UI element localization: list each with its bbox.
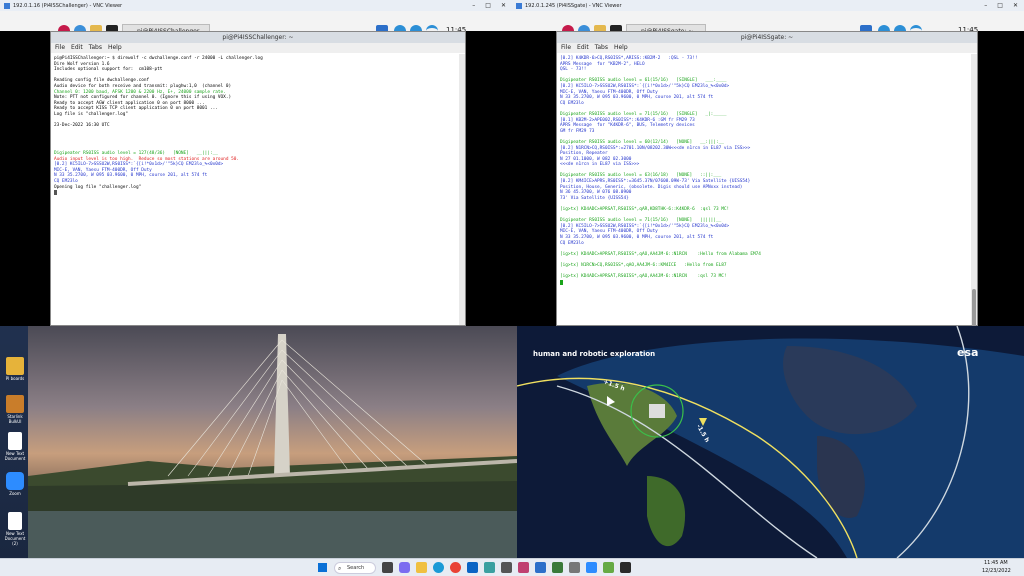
terminal-menu: File Edit Tabs Help xyxy=(51,43,465,53)
terminal-title: pi@Pi4ISSgate: ~ xyxy=(557,32,977,43)
vnc-title: 192.0.1.245 (Pi4ISSgate) - VNC Viewer xyxy=(525,2,622,9)
outlook-icon[interactable] xyxy=(467,562,478,573)
search-icon: ⌕ xyxy=(338,565,342,572)
esa-iss-tracker: human and robotic exploration esa +1.5 h… xyxy=(517,326,1024,558)
terminal-window[interactable]: pi@Pi4ISSgate: ~ File Edit Tabs Help [0.… xyxy=(556,31,978,344)
bridge-illustration xyxy=(28,334,517,558)
esa-heading: human and robotic exploration xyxy=(533,350,656,358)
esa-logo: esa xyxy=(957,346,979,359)
desktop-icon-label: New Text Document (2) xyxy=(4,531,26,546)
vnc-window-challenger[interactable]: 192.0.1.16 (Pi4ISSChallenger) - VNC View… xyxy=(0,0,512,326)
maximize-icon[interactable]: □ xyxy=(997,2,1003,9)
app-icon[interactable] xyxy=(552,562,563,573)
vnc-icon xyxy=(516,2,522,9)
edge-icon[interactable] xyxy=(433,562,444,573)
desktop-icon-new-text-doc-2[interactable]: New Text Document (2) xyxy=(2,512,28,552)
menu-tabs[interactable]: Tabs xyxy=(595,43,608,53)
taskbar-date[interactable]: 12/23/2022 xyxy=(982,568,1011,574)
terminal-title: pi@Pi4ISSChallenger: ~ xyxy=(51,32,465,43)
desktop-icon-label: New Text Document xyxy=(4,451,26,461)
app-icon[interactable] xyxy=(620,562,631,573)
document-icon xyxy=(8,512,22,530)
vnc-icon xyxy=(4,2,10,9)
file-explorer-icon[interactable] xyxy=(416,562,427,573)
terminal-window[interactable]: pi@Pi4ISSChallenger: ~ File Edit Tabs He… xyxy=(50,31,466,326)
terminal-menu: File Edit Tabs Help xyxy=(557,43,977,53)
bridge-photo xyxy=(28,326,517,558)
chrome-icon[interactable] xyxy=(450,562,461,573)
pi-top-panel: pi@Pi4ISSgate: ~ 11:45 xyxy=(512,11,1024,38)
terminal-output[interactable]: pi@Pi4ISSChallenger:~ $ direwolf -c dwch… xyxy=(51,54,459,325)
terminal-line: Opening log file "challenger.log" xyxy=(54,184,142,190)
vnc-window-gate[interactable]: 192.0.1.245 (Pi4ISSgate) - VNC Viewer – … xyxy=(512,0,1024,344)
desktop-icon-label: Starlink BulkUI xyxy=(7,414,23,424)
menu-edit[interactable]: Edit xyxy=(577,43,589,53)
terminal-scrollbar[interactable] xyxy=(971,54,977,344)
app-icon[interactable] xyxy=(569,562,580,573)
taskbar-time[interactable]: 11:45 AM xyxy=(984,560,1008,566)
chat-icon[interactable] xyxy=(399,562,410,573)
world-map xyxy=(517,326,1024,558)
iss-icon xyxy=(649,404,665,418)
desktop-icon-zoom[interactable]: Zoom xyxy=(2,472,28,512)
taskbar-app-icons xyxy=(382,562,712,574)
search-box[interactable]: ⌕ Search xyxy=(334,562,376,574)
menu-help[interactable]: Help xyxy=(108,43,122,53)
app-icon[interactable] xyxy=(603,562,614,573)
pi-top-panel: pi@Pi4ISSChallenger... 11:45 xyxy=(0,11,512,38)
folder-icon xyxy=(6,395,24,413)
desktop-icon-starlink[interactable]: Starlink BulkUI xyxy=(2,395,28,435)
menu-help[interactable]: Help xyxy=(614,43,628,53)
menu-tabs[interactable]: Tabs xyxy=(89,43,102,53)
desktop-icon-label: Zoom xyxy=(9,491,21,496)
terminal-cursor xyxy=(54,190,57,196)
zoom-icon xyxy=(6,472,24,490)
app-icon[interactable] xyxy=(518,562,529,573)
terminal-scrollbar[interactable] xyxy=(459,54,465,325)
vnc-titlebar[interactable]: 192.0.1.16 (Pi4ISSChallenger) - VNC View… xyxy=(0,0,512,11)
desktop-icon-new-text-doc[interactable]: New Text Document xyxy=(2,432,28,472)
desktop-icon-pi-boards[interactable]: PI boards xyxy=(2,357,28,397)
menu-edit[interactable]: Edit xyxy=(71,43,83,53)
task-view-icon[interactable] xyxy=(382,562,393,573)
vnc-viewer-icon[interactable] xyxy=(535,562,546,573)
menu-file[interactable]: File xyxy=(561,43,571,53)
close-icon[interactable]: ✕ xyxy=(1013,2,1018,9)
terminal-cursor xyxy=(560,279,563,285)
terminal-line: [ig>tx] KD4ADC>APRSAT,RS0ISS*,qAO,AA4JM-… xyxy=(560,274,727,280)
desktop-icon-label: PI boards xyxy=(5,376,25,381)
minimize-icon[interactable]: – xyxy=(984,2,987,9)
menu-file[interactable]: File xyxy=(55,43,65,53)
app-icon[interactable] xyxy=(586,562,597,573)
minimize-icon[interactable]: – xyxy=(472,2,475,9)
document-icon xyxy=(8,432,22,450)
terminal-output[interactable]: [0.2] K4KDR-6>CQ,RS0ISS*,ARISS::KB2M-2 :… xyxy=(557,54,971,325)
vnc-title: 192.0.1.16 (Pi4ISSChallenger) - VNC View… xyxy=(13,2,123,9)
search-label: Search xyxy=(347,565,365,571)
vnc-titlebar[interactable]: 192.0.1.245 (Pi4ISSgate) - VNC Viewer – … xyxy=(512,0,1024,11)
maximize-icon[interactable]: □ xyxy=(485,2,491,9)
windows-taskbar: ⌕ Search 11:45 AM 12/23/2022 xyxy=(0,558,1024,576)
folder-icon xyxy=(6,357,24,375)
app-icon[interactable] xyxy=(484,562,495,573)
app-icon[interactable] xyxy=(501,562,512,573)
close-icon[interactable]: ✕ xyxy=(501,2,506,9)
start-icon[interactable] xyxy=(318,563,327,572)
